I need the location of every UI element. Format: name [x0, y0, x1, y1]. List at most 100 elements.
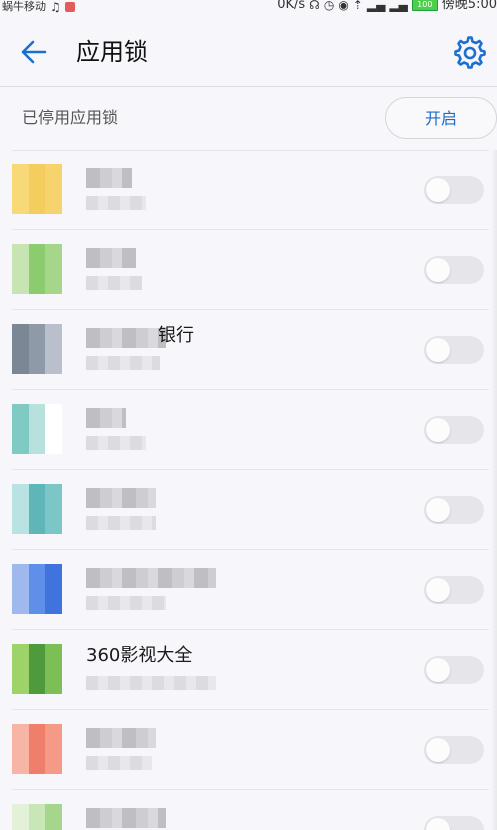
app-icon-pixel	[12, 421, 29, 438]
app-icon-pixel	[12, 357, 29, 374]
app-name-blurred	[86, 728, 156, 748]
header-divider	[0, 86, 497, 87]
app-lock-toggle[interactable]	[424, 816, 484, 830]
toggle-knob	[426, 578, 450, 602]
app-icon-pixel	[29, 261, 46, 278]
battery-icon: 100	[411, 0, 438, 11]
toggle-knob	[426, 498, 450, 522]
app-icon-pixel	[29, 804, 46, 821]
app-icon-pixel	[29, 437, 46, 454]
app-icon-pixel	[12, 804, 29, 821]
app-icon-pixel	[29, 581, 46, 598]
app-icon-pixel	[29, 404, 46, 421]
app-icon-pixel	[45, 564, 62, 581]
app-icon-pixel	[45, 437, 62, 454]
app-lock-toggle[interactable]	[424, 736, 484, 764]
app-icon	[12, 644, 62, 694]
app-lock-toggle[interactable]	[424, 496, 484, 524]
app-lock-screen: 蜗牛移动 ♫ 0K/s ☊ ◷ ◉ ⇡ ▂▄ ▂▄ 100 傍晚5:00 应用锁	[0, 0, 497, 830]
app-icon-pixel	[45, 821, 62, 830]
app-icon-pixel	[45, 677, 62, 694]
app-name: 360影视大全	[86, 645, 193, 666]
toggle-knob	[426, 418, 450, 442]
app-icon-pixel	[29, 244, 46, 261]
status-right: 0K/s ☊ ◷ ◉ ⇡ ▂▄ ▂▄ 100 傍晚5:00	[277, 0, 497, 11]
signal-icon-2: ▂▄	[389, 0, 408, 12]
app-lock-toggle[interactable]	[424, 576, 484, 604]
app-icon-pixel	[45, 261, 62, 278]
app-icon-pixel	[12, 564, 29, 581]
app-icon-pixel	[29, 597, 46, 614]
app-icon-pixel	[12, 501, 29, 518]
app-icon-pixel	[12, 581, 29, 598]
app-icon-pixel	[12, 741, 29, 758]
app-icon-pixel	[45, 197, 62, 214]
app-icon-pixel	[45, 724, 62, 741]
alarm-icon: ◷	[323, 0, 335, 12]
app-row: 360影视大全	[0, 630, 497, 710]
app-row	[0, 470, 497, 550]
app-icon-pixel	[12, 661, 29, 678]
app-lock-toggle[interactable]	[424, 256, 484, 284]
app-icon-pixel	[29, 341, 46, 358]
music-note-icon: ♫	[50, 0, 61, 14]
app-name-blurred	[86, 408, 126, 428]
wifi-icon: ⇡	[352, 0, 363, 12]
app-icon-pixel	[45, 804, 62, 821]
app-icon-pixel	[29, 564, 46, 581]
gear-icon	[454, 36, 486, 69]
app-icon-pixel	[12, 597, 29, 614]
app-name-blurred	[86, 568, 216, 588]
settings-button[interactable]	[453, 36, 487, 70]
app-subtitle-blurred	[86, 196, 146, 210]
app-icon-pixel	[12, 341, 29, 358]
app-subtitle-blurred	[86, 756, 152, 770]
app-icon-pixel	[12, 404, 29, 421]
app-subtitle-blurred	[86, 356, 160, 370]
app-icon-pixel	[12, 261, 29, 278]
app-icon-pixel	[12, 277, 29, 294]
app-icon	[12, 724, 62, 774]
app-subtitle-blurred	[86, 436, 146, 450]
app-icon-pixel	[29, 644, 46, 661]
back-button[interactable]	[18, 36, 50, 68]
app-icon-pixel	[12, 197, 29, 214]
toggle-knob	[426, 338, 450, 362]
status-bar: 蜗牛移动 ♫ 0K/s ☊ ◷ ◉ ⇡ ▂▄ ▂▄ 100 傍晚5:00	[0, 0, 497, 14]
toggle-knob	[426, 658, 450, 682]
app-icon-pixel	[45, 661, 62, 678]
app-icon	[12, 244, 62, 294]
app-icon-pixel	[29, 517, 46, 534]
app-icon-pixel	[45, 244, 62, 261]
app-icon-pixel	[29, 821, 46, 830]
app-icon-pixel	[45, 277, 62, 294]
scroll-edge	[491, 150, 497, 830]
app-lock-toggle[interactable]	[424, 176, 484, 204]
app-icon	[12, 324, 62, 374]
app-row	[0, 710, 497, 790]
app-icon-pixel	[12, 757, 29, 774]
app-lock-toggle[interactable]	[424, 656, 484, 684]
enable-app-lock-button[interactable]: 开启	[385, 97, 497, 139]
app-subtitle-blurred	[86, 276, 142, 290]
app-icon-pixel	[45, 581, 62, 598]
app-icon-pixel	[45, 404, 62, 421]
app-icon	[12, 484, 62, 534]
app-icon-pixel	[12, 677, 29, 694]
app-bar: 应用锁	[0, 14, 497, 86]
app-icon-pixel	[45, 164, 62, 181]
app-icon-pixel	[12, 437, 29, 454]
signal-icon: ▂▄	[366, 0, 386, 12]
app-row	[0, 790, 497, 830]
app-icon-pixel	[12, 324, 29, 341]
app-lock-toggle[interactable]	[424, 416, 484, 444]
app-lock-toggle[interactable]	[424, 336, 484, 364]
app-list: 银行 360影视大全	[0, 150, 497, 830]
clock: 傍晚5:00	[441, 0, 497, 12]
app-icon-pixel	[12, 724, 29, 741]
app-icon-pixel	[45, 484, 62, 501]
toggle-knob	[426, 178, 450, 202]
carrier-name: 蜗牛移动	[2, 0, 46, 13]
app-row: 银行	[0, 310, 497, 390]
app-row	[0, 150, 497, 230]
